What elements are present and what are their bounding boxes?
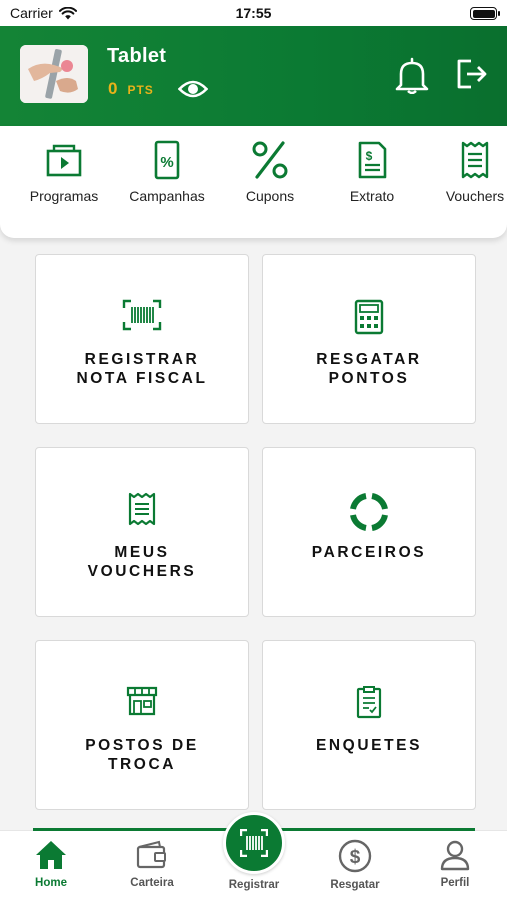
tile-resgatar-pontos[interactable]: RESGATAR PONTOS [262,254,476,424]
eye-icon[interactable] [178,78,208,100]
calculator-icon [354,299,384,335]
nav-perfil-label: Perfil [440,877,470,889]
nav-home-label: Home [35,877,67,889]
dollar-coin-icon: $ [338,839,372,873]
programs-icon [46,144,82,177]
shortcut-extrato[interactable]: $ Extrato [326,140,418,204]
profile-header: Tablet 0 PTS [0,26,507,126]
tile-parceiros[interactable]: PARCEIROS [262,447,476,617]
shortcut-label: Vouchers [445,188,505,204]
register-fab-button[interactable] [223,812,285,874]
barcode-scan-icon [240,829,268,857]
status-bar: Carrier 17:55 [0,0,507,26]
tile-label: RESGATAR PONTOS [316,351,422,387]
home-icon [36,841,66,869]
avatar[interactable] [20,45,88,103]
nav-carteira-label: Carteira [130,877,174,889]
nav-resgatar[interactable]: $ Resgatar [310,839,400,891]
nav-perfil[interactable]: Perfil [410,839,500,889]
tile-label: MEUS VOUCHERS [87,544,197,580]
svg-text:$: $ [366,149,373,163]
svg-text:%: % [160,154,173,171]
shortcut-vouchers[interactable]: Vouchers [429,140,507,204]
points-unit: PTS [127,83,154,97]
svg-text:$: $ [350,847,361,868]
battery-icon [470,7,500,20]
percent-icon [252,141,288,179]
tile-label: REGISTRAR NOTA FISCAL [76,351,208,387]
tile-enquetes[interactable]: ENQUETES [262,640,476,810]
logout-icon[interactable] [455,56,489,92]
shortcut-programas[interactable]: Programas [18,140,110,204]
wallet-icon [136,840,166,869]
shortcut-label: Programas [29,188,99,204]
shortcut-cupons[interactable]: Cupons [224,140,316,204]
points-value: 0 [108,79,118,98]
tile-label: ENQUETES [315,737,423,754]
tile-registrar-nota-fiscal[interactable]: REGISTRAR NOTA FISCAL [35,254,249,424]
statement-icon: $ [358,141,387,179]
nav-carteira[interactable]: Carteira [107,839,197,889]
voucher-icon [461,141,489,179]
user-icon [440,840,470,871]
shortcut-label: Cupons [245,188,295,204]
points-balance: 0 PTS [108,79,154,99]
shortcuts-bar: Programas % Campanhas Cupons $ Extrato V… [0,126,507,238]
campaigns-icon: % [154,140,180,180]
receipt-icon [128,492,156,526]
tile-label: PARCEIROS [311,544,427,561]
tablet-hand-photo [20,45,88,103]
nav-registrar-label[interactable]: Registrar [209,879,299,891]
clock: 17:55 [235,5,272,21]
nav-home[interactable]: Home [6,839,96,889]
tile-label: POSTOS DE TROCA [85,737,199,773]
barcode-scan-icon [122,299,162,331]
nav-resgatar-label: Resgatar [330,879,380,891]
partners-ring-icon [350,493,388,531]
user-name: Tablet [107,45,167,67]
clipboard-icon [356,686,382,719]
tile-postos-de-troca[interactable]: POSTOS DE TROCA [35,640,249,810]
store-icon [126,686,158,716]
shortcut-campanhas[interactable]: % Campanhas [121,140,213,204]
tile-meus-vouchers[interactable]: MEUS VOUCHERS [35,447,249,617]
shortcut-label: Extrato [349,188,395,204]
shortcut-label: Campanhas [129,188,205,204]
bell-icon[interactable] [394,56,430,94]
